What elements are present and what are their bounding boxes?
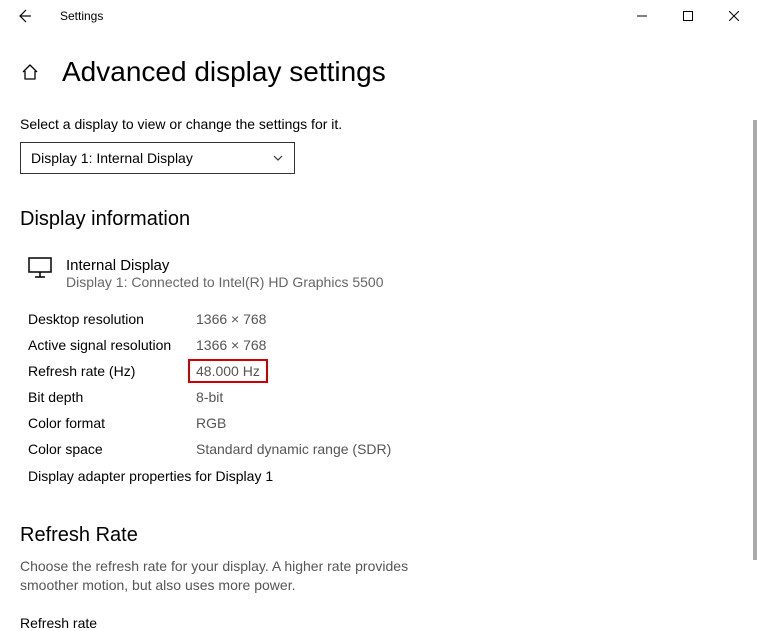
prop-row-active-signal-resolution: Active signal resolution 1366 × 768 — [28, 332, 737, 358]
close-button[interactable] — [711, 0, 757, 32]
prop-row-bit-depth: Bit depth 8-bit — [28, 384, 737, 410]
page-title: Advanced display settings — [62, 56, 386, 88]
prop-row-color-format: Color format RGB — [28, 410, 737, 436]
prop-value: 1366 × 768 — [196, 311, 266, 327]
prop-row-refresh-rate: Refresh rate (Hz) 48.000 Hz — [28, 358, 737, 384]
prop-label: Desktop resolution — [28, 311, 196, 327]
prop-label: Color space — [28, 441, 196, 457]
display-select-dropdown[interactable]: Display 1: Internal Display — [20, 142, 295, 174]
prop-row-color-space: Color space Standard dynamic range (SDR) — [28, 436, 737, 462]
chevron-down-icon — [272, 152, 284, 164]
prop-value: 48.000 Hz — [196, 363, 260, 379]
monitor-icon — [28, 257, 56, 279]
back-button[interactable] — [16, 8, 40, 24]
display-information-heading: Display information — [20, 208, 737, 231]
prop-label: Color format — [28, 415, 196, 431]
prop-value: 1366 × 768 — [196, 337, 266, 353]
home-icon[interactable] — [20, 63, 40, 81]
prop-label: Refresh rate (Hz) — [28, 363, 196, 379]
scrollbar[interactable] — [753, 120, 757, 560]
adapter-properties-link[interactable]: Display adapter properties for Display 1 — [28, 468, 273, 484]
minimize-button[interactable] — [619, 0, 665, 32]
refresh-rate-label: Refresh rate — [20, 615, 737, 631]
maximize-button[interactable] — [665, 0, 711, 32]
highlighted-value-box: 48.000 Hz — [188, 359, 268, 383]
prop-value: 8-bit — [196, 389, 223, 405]
monitor-connection-info: Display 1: Connected to Intel(R) HD Grap… — [66, 274, 383, 290]
dropdown-selected: Display 1: Internal Display — [31, 150, 193, 166]
instruction-text: Select a display to view or change the s… — [20, 116, 737, 132]
prop-label: Active signal resolution — [28, 337, 196, 353]
prop-value: RGB — [196, 415, 226, 431]
refresh-rate-heading: Refresh Rate — [20, 524, 737, 547]
window-title: Settings — [60, 9, 103, 23]
prop-label: Bit depth — [28, 389, 196, 405]
refresh-rate-description: Choose the refresh rate for your display… — [20, 557, 420, 595]
prop-row-desktop-resolution: Desktop resolution 1366 × 768 — [28, 306, 737, 332]
prop-value: Standard dynamic range (SDR) — [196, 441, 391, 457]
monitor-name: Internal Display — [66, 257, 383, 274]
